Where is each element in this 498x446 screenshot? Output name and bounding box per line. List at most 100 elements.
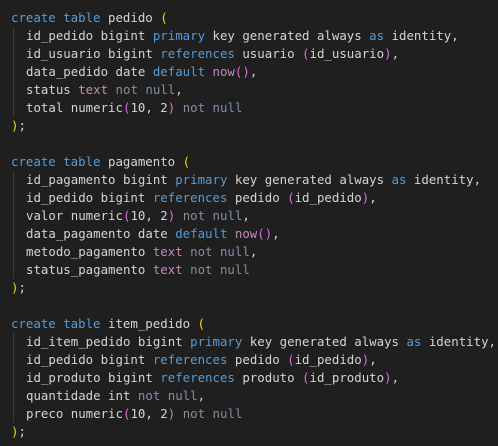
code-line: id_usuario bigint references usuario (id… [11,45,498,63]
code-line: id_produto bigint references produto (id… [11,369,498,387]
code-token: ( [197,316,205,331]
code-editor[interactable]: create table pedido (id_pedido bigint pr… [0,0,498,446]
code-token: 10 [130,100,146,115]
code-token: , [242,208,250,223]
code-line: id_item_pedido bigint primary key genera… [11,333,498,351]
code-token: references [160,46,235,61]
code-token: text [152,244,183,259]
code-token: pedido [227,190,288,205]
code-token: 2 [160,208,168,223]
code-token: 10 [130,208,146,223]
code-line: metodo_pagamento text not null, [11,243,498,261]
code-token: id_produto bigint [26,370,161,385]
code-token: usuario [234,46,303,61]
code-token: , [175,82,183,97]
code-token: quantidade int [26,388,138,403]
code-token: id_pagamento bigint [26,172,176,187]
code-line: id_pagamento bigint primary key generate… [11,171,498,189]
code-token: metodo_pagamento [26,244,153,259]
code-token: key generated always [205,28,370,43]
code-token: primary [152,28,206,43]
code-token: text [78,82,109,97]
code-token: status [26,82,79,97]
code-token: 2 [160,100,168,115]
code-token: create table [11,154,101,169]
code-token: text [152,262,183,277]
code-line: preco numeric(10, 2) not null [11,405,498,423]
code-token: key generated always [227,172,392,187]
code-token: data_pedido date [26,64,153,79]
code-line: create table pedido ( [11,9,498,27]
code-token: primary [190,334,243,349]
code-line: ); [11,279,498,297]
code-token: not null [137,388,198,403]
code-line: data_pedido date default now(), [11,63,498,81]
code-token: pedido [227,352,288,367]
code-token: id_pedido bigint [26,28,153,43]
code-line: status_pagamento text not null [11,261,498,279]
code-line: id_pedido bigint references pedido (id_p… [11,189,498,207]
code-token: data_pagamento date [26,226,176,241]
code-token: () [257,226,273,241]
code-line: ); [11,117,498,135]
code-token: , [369,352,377,367]
code-token: identity, [421,334,496,349]
code-token: ; [18,280,26,295]
code-token: id_pedido [294,352,362,367]
code-token: , [272,226,280,241]
code-token: id_usuario bigint [26,46,161,61]
code-token: , [391,46,400,61]
code-token: key generated always [242,334,407,349]
code-line: create table item_pedido ( [11,315,498,333]
code-line: quantidade int not null, [11,387,498,405]
code-line: ); [11,423,498,441]
code-token: id_produto [309,370,385,385]
code-token: id_pedido bigint [26,190,153,205]
code-token: item_pedido [100,316,198,331]
code-token: ( [302,46,310,61]
code-token: , [145,406,161,421]
code-token: default [152,64,206,79]
code-token: references [152,190,228,205]
code-token: create table [11,316,101,331]
code-token: valor numeric [26,208,123,223]
code-token: identity, [406,172,482,187]
code-token: ( [160,10,168,25]
code-token: id_pedido bigint [26,352,153,367]
code-line: total numeric(10, 2) not null [11,99,498,117]
code-token: , [197,388,206,403]
code-token: not null [108,82,176,97]
code-token: references [152,352,228,367]
code-line: valor numeric(10, 2) not null, [11,207,498,225]
code-token: id_item_pedido bigint [26,334,191,349]
code-token: () [234,64,250,79]
code-token: , [391,370,400,385]
code-token: , [145,100,161,115]
code-line: status text not null, [11,81,498,99]
code-line: id_pedido bigint primary key generated a… [11,27,498,45]
code-token: as [391,172,407,187]
code-token: , [369,190,377,205]
code-line: data_pagamento date default now(), [11,225,498,243]
code-token: ) [384,46,392,61]
code-token: ) [384,370,392,385]
code-token: default [175,226,228,241]
code-token: ; [18,424,26,439]
code-token: ( [287,190,295,205]
code-token: status_pagamento [26,262,153,277]
code-token: not null [175,406,243,421]
code-token: create table [11,10,101,25]
code-area[interactable]: create table pedido (id_pedido bigint pr… [11,9,498,441]
code-token: as [406,334,422,349]
code-token: not null [175,100,243,115]
code-token: total numeric [26,100,123,115]
code-token: , [249,64,258,79]
code-token: not null [182,262,250,277]
code-token: now [212,64,235,79]
code-token: references [160,370,235,385]
code-token: not null [175,208,243,223]
